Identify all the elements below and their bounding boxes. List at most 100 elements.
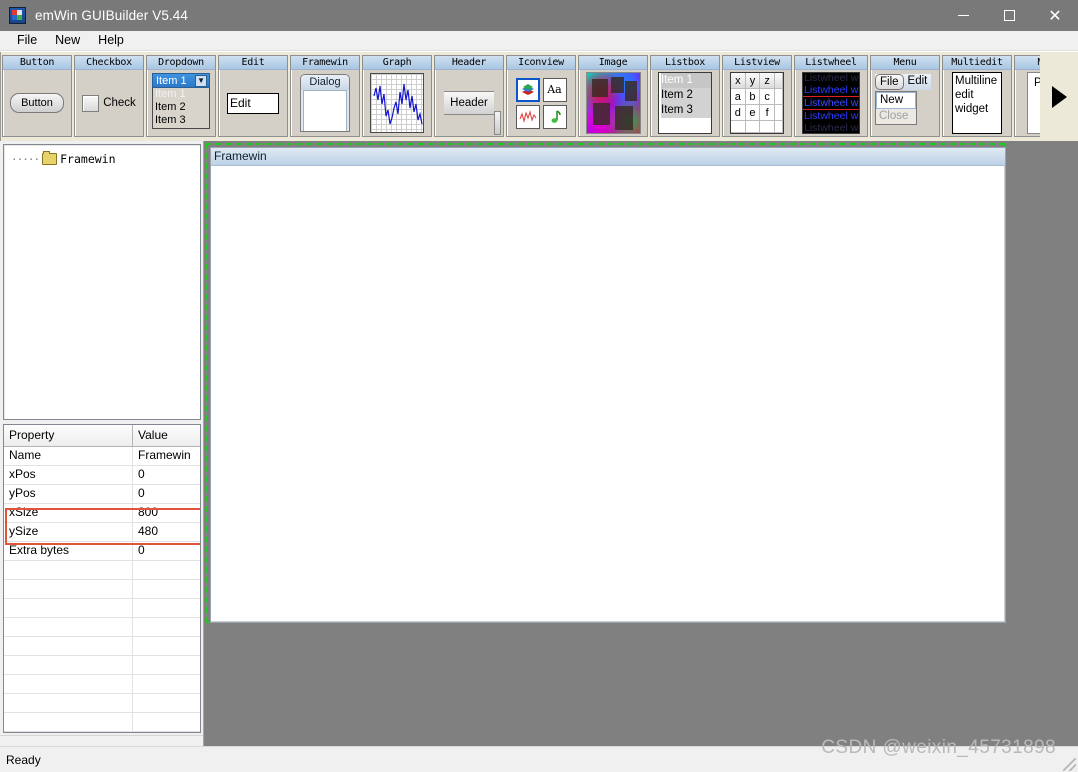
dropdown-selected[interactable]: Item 1 ▼	[152, 73, 210, 88]
property-row-empty	[4, 656, 200, 675]
widget-preview-listwheel[interactable]: Listwheel wi Listwheel wi Listwheel wi L…	[795, 70, 867, 136]
property-value[interactable]: 480	[133, 523, 200, 541]
widget-group-header[interactable]: Header Header	[434, 55, 504, 137]
main-area: ····· Framewin Property Value Name Frame…	[0, 141, 1078, 746]
property-row-xsize[interactable]: xSize 800	[4, 504, 200, 523]
property-row-ysize[interactable]: ySize 480	[4, 523, 200, 542]
property-row-empty	[4, 732, 200, 733]
widget-group-dropdown[interactable]: Dropdown Item 1 ▼ Item 1 Item 2 Item 3	[146, 55, 216, 137]
watermark: CSDN @weixin_45731898	[821, 737, 1056, 758]
listbox-item[interactable]: Item 2	[661, 88, 711, 103]
folder-icon	[42, 151, 58, 165]
design-canvas[interactable]: Framewin	[203, 141, 1078, 746]
widget-group-button[interactable]: Button Button	[2, 55, 72, 137]
widget-group-iconview[interactable]: Iconview Aa	[506, 55, 576, 137]
property-grid-hscrollbar[interactable]	[0, 735, 203, 746]
widget-preview-edit[interactable]: Edit	[219, 70, 287, 136]
widget-preview-framewin[interactable]: Dialog	[291, 70, 359, 136]
property-grid[interactable]: Property Value Name Framewin xPos 0 yPos…	[3, 424, 201, 733]
listview-cell-empty	[775, 121, 783, 133]
widget-preview-image[interactable]	[579, 70, 647, 136]
image-thumbnail	[585, 72, 641, 134]
property-name: Extra bytes	[4, 542, 133, 560]
widget-preview-dropdown[interactable]: Item 1 ▼ Item 1 Item 2 Item 3	[147, 70, 215, 136]
widget-group-framewin[interactable]: Framewin Dialog	[290, 55, 360, 137]
toolbar-left-edge	[0, 52, 1, 141]
minimize-button[interactable]	[940, 0, 986, 31]
widget-preview-menu[interactable]: File Edit New Close	[871, 70, 939, 136]
property-row-empty	[4, 637, 200, 656]
widget-group-image[interactable]: Image	[578, 55, 648, 137]
widget-group-graph[interactable]: Graph	[362, 55, 432, 137]
property-row-ypos[interactable]: yPos 0	[4, 485, 200, 504]
widget-group-checkbox[interactable]: Checkbox Check	[74, 55, 144, 137]
maximize-button[interactable]	[986, 0, 1032, 31]
property-value[interactable]: 0	[133, 542, 200, 560]
menu-popup-item-close: Close	[879, 110, 909, 122]
widget-caption: Image	[579, 56, 647, 70]
column-header-property: Property	[4, 425, 133, 446]
menu-bar-item-edit[interactable]: Edit	[904, 74, 932, 90]
listview-cell: f	[760, 105, 775, 121]
listbox-item[interactable]: Item 3	[661, 103, 711, 118]
menu-popup-item-new[interactable]: New	[876, 92, 916, 109]
property-row-extra-bytes[interactable]: Extra bytes 0	[4, 542, 200, 561]
property-name: ySize	[4, 523, 133, 541]
widget-preview-multiedit[interactable]: Multiline edit widget	[943, 70, 1011, 136]
property-row-empty	[4, 561, 200, 580]
widget-group-listview[interactable]: Listview x y z a b c d e f	[722, 55, 792, 137]
listview-cell: a	[731, 89, 746, 105]
dropdown-item[interactable]: Item 3	[155, 114, 209, 127]
property-value[interactable]: Framewin	[133, 447, 200, 465]
dropdown-item[interactable]: Item 2	[155, 101, 209, 114]
resize-grip-icon[interactable]	[1063, 758, 1076, 771]
widget-group-listwheel[interactable]: Listwheel Listwheel wi Listwheel wi List…	[794, 55, 868, 137]
window-controls: ✕	[940, 0, 1078, 31]
widget-group-edit[interactable]: Edit Edit	[218, 55, 288, 137]
menu-item-help[interactable]: Help	[89, 32, 133, 49]
property-grid-header: Property Value	[4, 425, 200, 447]
menu-bar-item-file[interactable]: File	[875, 74, 904, 90]
property-row-empty	[4, 599, 200, 618]
left-panel: ····· Framewin Property Value Name Frame…	[0, 141, 203, 746]
close-button[interactable]: ✕	[1032, 0, 1078, 31]
widget-preview-button[interactable]: Button	[3, 70, 71, 136]
property-value[interactable]: 800	[133, 504, 200, 522]
widget-tree[interactable]: ····· Framewin	[3, 144, 201, 420]
tree-item-framewin[interactable]: ····· Framewin	[4, 145, 200, 166]
selection-outline[interactable]: Framewin	[206, 143, 1006, 623]
widget-preview-header[interactable]: Header	[435, 70, 503, 136]
listbox-item[interactable]: Item 1	[661, 73, 711, 88]
property-name: xPos	[4, 466, 133, 484]
waveform-icon	[515, 104, 540, 129]
checkbox-box-icon	[82, 94, 100, 112]
menu-item-new[interactable]: New	[46, 32, 89, 49]
framewin-widget[interactable]: Framewin	[210, 147, 1006, 623]
widget-group-multiedit[interactable]: Multiedit Multiline edit widget	[942, 55, 1012, 137]
listview-header-cell: x	[731, 73, 746, 89]
property-row-name[interactable]: Name Framewin	[4, 447, 200, 466]
edit-field-value[interactable]: Edit	[227, 92, 279, 114]
toolbar-scroll-right-button[interactable]	[1040, 52, 1078, 141]
widget-caption: Header	[435, 56, 503, 70]
property-row-empty	[4, 618, 200, 637]
framewin-mini-title: Dialog	[301, 75, 349, 90]
widget-preview-listview[interactable]: x y z a b c d e f	[723, 70, 791, 136]
widget-preview-checkbox[interactable]: Check	[75, 70, 143, 136]
widget-preview-graph[interactable]	[363, 70, 431, 136]
listwheel-item-selected[interactable]: Listwheel wi	[803, 96, 859, 110]
widget-group-listbox[interactable]: Listbox Item 1 Item 2 Item 3	[650, 55, 720, 137]
listwheel-item: Listwheel wi	[804, 84, 860, 96]
widget-preview-iconview[interactable]: Aa	[507, 70, 575, 136]
property-value[interactable]: 0	[133, 485, 200, 503]
property-row-empty	[4, 694, 200, 713]
dropdown-list[interactable]: Item 1 Item 2 Item 3	[152, 88, 210, 129]
checkbox-label: Check	[103, 97, 136, 109]
property-value[interactable]: 0	[133, 466, 200, 484]
widget-group-menu[interactable]: Menu File Edit New Close	[870, 55, 940, 137]
property-row-xpos[interactable]: xPos 0	[4, 466, 200, 485]
menu-item-file[interactable]: File	[8, 32, 46, 49]
dropdown-item[interactable]: Item 1	[155, 88, 209, 101]
widget-preview-listbox[interactable]: Item 1 Item 2 Item 3	[651, 70, 719, 136]
widget-caption: Checkbox	[75, 56, 143, 70]
